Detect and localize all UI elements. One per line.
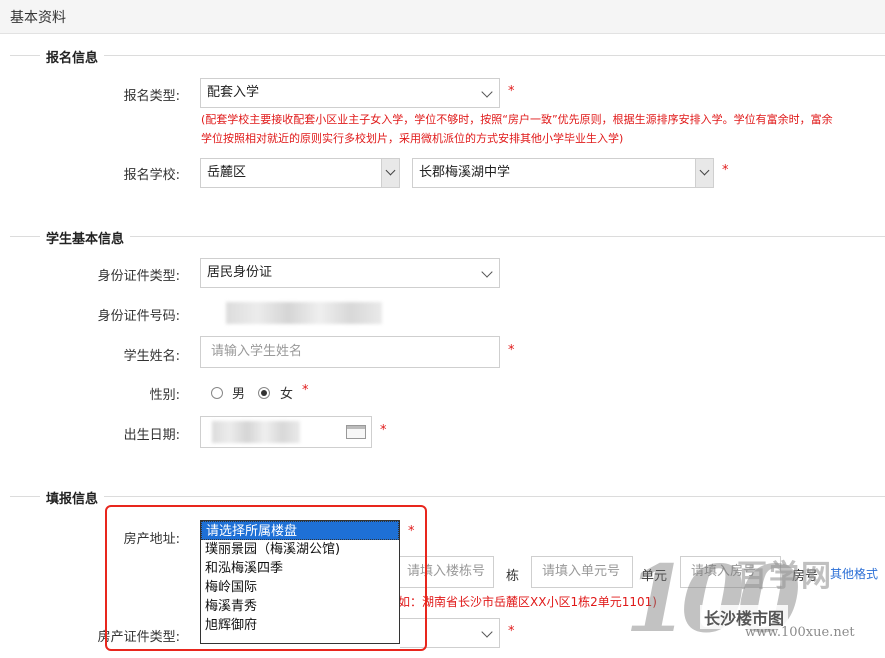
gender-male-label: 男 <box>232 387 246 402</box>
district-select[interactable]: 岳麓区 <box>200 158 400 188</box>
required-mark: * <box>380 423 387 438</box>
required-mark: * <box>508 343 515 358</box>
school-value: 长郡梅溪湖中学 <box>419 165 511 180</box>
birth-date-redacted <box>212 421 300 443</box>
gender-male-radio[interactable] <box>211 387 223 399</box>
gender-female-radio[interactable] <box>258 387 270 399</box>
dropdown-button[interactable] <box>381 159 399 187</box>
highlight-box <box>105 505 427 651</box>
student-name-label: 学生姓名: <box>123 349 180 364</box>
register-type-label: 报名类型: <box>123 89 180 104</box>
required-mark: * <box>508 84 515 99</box>
section-divider <box>10 496 885 497</box>
dropdown-button[interactable] <box>695 159 713 187</box>
section-title-fill: 填报信息 <box>40 488 105 507</box>
student-name-input[interactable]: 请输入学生姓名 <box>200 336 500 368</box>
section-title-student: 学生基本信息 <box>40 228 131 247</box>
required-mark: * <box>722 163 729 178</box>
id-type-value: 居民身份证 <box>207 265 273 280</box>
required-mark: * <box>508 624 515 639</box>
register-type-value: 配套入学 <box>207 85 260 100</box>
school-select[interactable]: 长郡梅溪湖中学 <box>412 158 714 188</box>
unit-placeholder: 请填入单元号 <box>542 564 621 579</box>
student-name-placeholder: 请输入学生姓名 <box>211 344 303 359</box>
id-number-label: 身份证件号码: <box>97 309 180 324</box>
register-type-select[interactable]: 配套入学 <box>200 78 500 108</box>
birth-date-label: 出生日期: <box>123 428 180 443</box>
id-type-select[interactable]: 居民身份证 <box>200 258 500 288</box>
chevron-down-icon <box>481 626 493 638</box>
register-type-note: (配套学校主要接收配套小区业主子女入学，学位不够时，按照“房户一致”优先原则，根… <box>201 113 833 145</box>
watermark-name: 百学网 <box>737 559 833 594</box>
building-unit-label: 栋 <box>506 569 520 584</box>
section-divider <box>10 236 885 237</box>
register-school-label: 报名学校: <box>123 168 180 183</box>
id-number-redacted <box>226 302 382 324</box>
section-title-register: 报名信息 <box>40 47 105 66</box>
page-header: 基本资料 <box>0 0 885 34</box>
chevron-down-icon <box>481 266 493 278</box>
page-title: 基本资料 <box>10 10 66 26</box>
chevron-down-icon <box>699 165 710 176</box>
unit-input[interactable]: 请填入单元号 <box>531 556 633 588</box>
chevron-down-icon <box>481 86 493 98</box>
section-divider <box>10 55 885 56</box>
district-value: 岳麓区 <box>207 165 247 180</box>
watermark-site: www.100xue.net <box>745 625 855 640</box>
required-mark: * <box>302 383 309 398</box>
address-example-hint: 如：湖南省长沙市岳麓区XX小区1栋2单元1101) <box>398 595 657 609</box>
chevron-down-icon <box>385 165 396 176</box>
site-watermark: 100 百学网 长沙楼市图 www.100xue.net <box>625 545 885 658</box>
calendar-icon[interactable] <box>346 425 366 439</box>
gender-female-label: 女 <box>280 387 294 402</box>
id-type-label: 身份证件类型: <box>97 269 180 284</box>
gender-label: 性别: <box>149 388 180 403</box>
